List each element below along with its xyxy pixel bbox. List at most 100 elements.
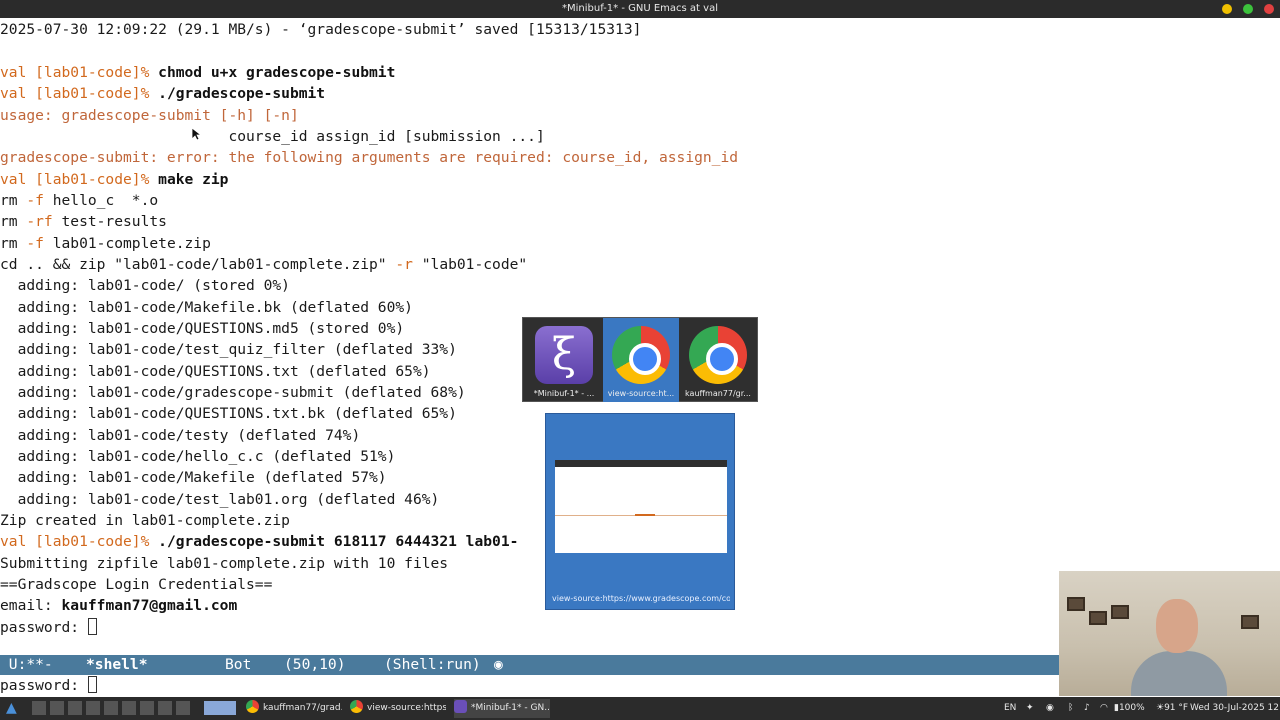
chrome-icon	[689, 326, 747, 384]
chrome-icon	[612, 326, 670, 384]
output-text: "lab01-code"	[412, 256, 528, 273]
taskbar: ▲ kauffman77/grad... view-source:https..…	[0, 697, 1280, 720]
switcher-item-gradescope[interactable]: kauffman77/gr...	[680, 318, 756, 402]
minimize-button[interactable]	[1222, 4, 1232, 14]
taskbar-app-gradescope[interactable]: kauffman77/grad...	[246, 699, 342, 718]
buffer-state: U:**-	[0, 656, 53, 673]
eye-icon: ◉	[494, 656, 503, 673]
dropbox-icon[interactable]: ✦	[1026, 699, 1034, 718]
buffer-name[interactable]: *shell*	[86, 655, 148, 675]
workspace-3[interactable]	[68, 701, 82, 715]
bluetooth-icon[interactable]: ᛒ	[1068, 699, 1073, 718]
workspace-9[interactable]	[176, 701, 190, 715]
presenter-body	[1131, 651, 1227, 696]
zip-adding-line: adding: lab01-code/test_lab01.org (defla…	[0, 491, 440, 508]
zip-adding-line: adding: lab01-code/ (stored 0%)	[0, 277, 290, 294]
wifi-icon[interactable]: ◠	[1100, 699, 1108, 718]
workspace-8[interactable]	[158, 701, 172, 715]
switcher-item-label: *Minibuf-1* - ...	[533, 389, 595, 398]
start-menu-icon[interactable]: ▲	[6, 699, 17, 718]
record-icon[interactable]: ◉	[1046, 699, 1054, 718]
output-flag: -f	[26, 192, 44, 209]
zip-adding-line: adding: lab01-code/Makefile.bk (deflated…	[0, 299, 413, 316]
output-line: rm -f lab01-complete.zip	[0, 233, 211, 254]
output-flag: -r	[395, 256, 413, 273]
presenter-head	[1156, 599, 1198, 653]
battery-percent: 100%	[1118, 703, 1145, 713]
shell-prompt: val [lab01-code]%	[0, 171, 159, 188]
minibuffer-cursor[interactable]	[87, 676, 97, 693]
email-value: kauffman77@gmail.com	[61, 597, 238, 614]
taskbar-app-emacs[interactable]: *Minibuf-1* - GN...	[454, 699, 550, 718]
emacs-icon: ξ	[535, 326, 593, 384]
output-text: rm	[0, 235, 27, 252]
submitting-line: Submitting zipfile lab01-complete.zip wi…	[0, 555, 449, 572]
switcher-item-label: view-source:ht...	[607, 389, 675, 398]
taskbar-app-label: view-source:https...	[367, 703, 446, 713]
taskbar-app-view-source[interactable]: view-source:https...	[350, 699, 446, 718]
login-header-line: ==Gradscope Login Credentials==	[0, 576, 273, 593]
wall-picture	[1241, 615, 1259, 629]
major-mode[interactable]: (Shell:run)	[384, 655, 481, 675]
output-text: rm	[0, 213, 27, 230]
switcher-item-view-source[interactable]: view-source:ht...	[603, 318, 679, 402]
weather-status[interactable]: ☀91 °F	[1156, 699, 1188, 718]
workspace-5[interactable]	[104, 701, 118, 715]
buffer-position: Bot	[225, 656, 252, 673]
command-line: val [lab01-code]% chmod u+x gradescope-s…	[0, 62, 395, 83]
webcam-overlay	[1059, 571, 1280, 696]
command-text: make zip	[158, 171, 229, 188]
shell-prompt: val [lab01-code]%	[0, 85, 159, 102]
taskbar-app-label: *Minibuf-1* - GN...	[471, 703, 550, 713]
output-line: rm -f hello_c *.o	[0, 190, 158, 211]
output-text: rm	[0, 192, 27, 209]
command-text: ./gradescope-submit 618117 6444321 lab01…	[158, 533, 519, 550]
emacs-mode-line: U:**- *shell* Bot (50,10) (Shell:run) ◉	[0, 655, 1060, 675]
command-text: ./gradescope-submit	[158, 85, 326, 102]
minibuffer[interactable]: password:	[0, 676, 97, 696]
usage-line: usage: gradescope-submit [-h] [-n]	[0, 107, 299, 124]
output-text: lab01-complete.zip	[43, 235, 211, 252]
window-title: *Minibuf-1* - GNU Emacs at val	[562, 3, 718, 14]
command-line: val [lab01-code]% ./gradescope-submit 61…	[0, 531, 518, 552]
switcher-item-emacs[interactable]: ξ *Minibuf-1* - ...	[526, 318, 602, 402]
output-text: cd .. && zip "lab01-code/lab01-complete.…	[0, 256, 396, 273]
clock[interactable]: Wed 30-Jul-2025 12:12	[1190, 699, 1280, 718]
email-label: email:	[0, 597, 62, 614]
workspace-active[interactable]	[204, 701, 236, 715]
workspace-6[interactable]	[122, 701, 136, 715]
zip-adding-line: adding: lab01-code/hello_c.c (deflated 5…	[0, 448, 396, 465]
keyboard-layout[interactable]: EN	[1004, 699, 1016, 718]
zip-adding-line: adding: lab01-code/testy (deflated 74%)	[0, 427, 361, 444]
volume-icon[interactable]: ♪	[1084, 699, 1090, 718]
output-text: hello_c *.o	[43, 192, 159, 209]
output-flag: -f	[26, 235, 44, 252]
maximize-button[interactable]	[1243, 4, 1253, 14]
window-switcher: ξ *Minibuf-1* - ... view-source:ht... ka…	[522, 317, 758, 402]
workspace-7[interactable]	[140, 701, 154, 715]
line-column: (50,10)	[284, 656, 346, 673]
window-controls	[1222, 4, 1274, 14]
battery-status[interactable]: ▮100%	[1114, 699, 1145, 718]
window-preview[interactable]: view-source:https://www.gradescope.com/c…	[545, 413, 735, 610]
text-cursor[interactable]	[87, 618, 97, 635]
email-line: email: kauffman77@gmail.com	[0, 595, 237, 616]
weather-temp: 91 °F	[1164, 703, 1189, 713]
command-line: val [lab01-code]% ./gradescope-submit	[0, 83, 325, 104]
zip-created-line: Zip created in lab01-complete.zip	[0, 512, 290, 529]
output-line: cd .. && zip "lab01-code/lab01-complete.…	[0, 254, 527, 275]
zip-adding-line: adding: lab01-code/QUESTIONS.txt.bk (def…	[0, 405, 457, 422]
command-line: val [lab01-code]% make zip	[0, 169, 228, 190]
wall-picture	[1067, 597, 1085, 611]
zip-adding-line: adding: lab01-code/Makefile (deflated 57…	[0, 469, 387, 486]
workspace-2[interactable]	[50, 701, 64, 715]
chrome-icon	[350, 700, 363, 713]
close-button[interactable]	[1264, 4, 1274, 14]
emacs-icon	[454, 700, 467, 713]
minibuffer-prompt: password:	[0, 677, 88, 694]
taskbar-app-label: kauffman77/grad...	[263, 703, 342, 713]
workspace-4[interactable]	[86, 701, 100, 715]
output-flag: -rf	[26, 213, 53, 230]
command-text: chmod u+x gradescope-submit	[158, 64, 396, 81]
workspace-1[interactable]	[32, 701, 46, 715]
